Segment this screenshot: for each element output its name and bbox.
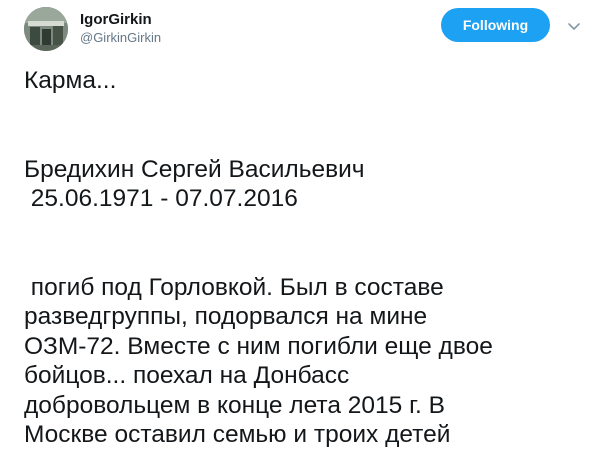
following-button[interactable]: Following (441, 8, 550, 42)
author-names: IgorGirkin @GirkinGirkin (80, 10, 161, 46)
tweet-text-line (24, 125, 584, 155)
tweet-text-line: погиб под Горловкой. Был в составе (24, 273, 444, 301)
tweet-text-line: разведгруппы, подорвался на мине (24, 303, 428, 330)
tweet-text: Карма... Бредихин Сергей Васильевич 25.06… (24, 66, 584, 450)
user-handle[interactable]: @GirkinGirkin (80, 29, 161, 46)
chevron-down-icon[interactable] (566, 18, 582, 34)
tweet-text-line: добровольцем в конце лета 2015 г. В (24, 391, 445, 419)
tweet-text-line (24, 96, 584, 126)
avatar[interactable] (24, 7, 68, 51)
tweet-text-line: бойцов... поехал на Донбасс (24, 362, 350, 389)
tweet-card: IgorGirkin @GirkinGirkin Following Карма… (0, 0, 601, 448)
tweet-text-line: Бредихин Сергей Васильевич (24, 155, 365, 183)
tweet-text-line (24, 214, 584, 244)
avatar-image-icon (24, 7, 68, 51)
tweet-text-line: ОЗМ-72. Вместе с ним погибли еще двое (24, 332, 493, 360)
tweet-text-line (24, 243, 584, 273)
tweet-text-line: Карма... (24, 67, 117, 94)
tweet-header: IgorGirkin @GirkinGirkin Following (24, 6, 589, 52)
tweet-text-line: Москве оставил семью и троих детей (24, 421, 451, 448)
tweet-text-line: 25.06.1971 - 07.07.2016 (24, 185, 298, 212)
display-name[interactable]: IgorGirkin (80, 10, 161, 29)
